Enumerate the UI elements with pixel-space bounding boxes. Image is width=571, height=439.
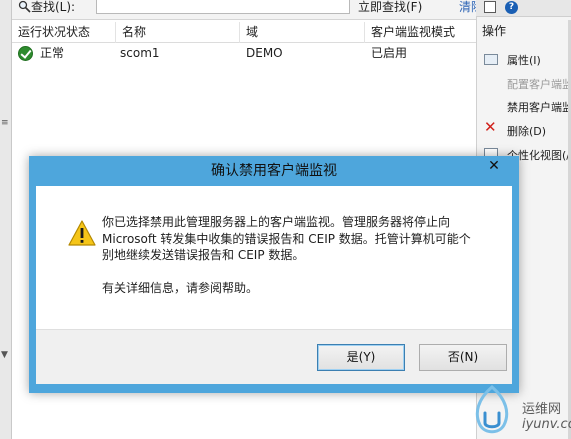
- site-logo-icon: [475, 385, 509, 434]
- action-delete[interactable]: 删除(D): [507, 123, 546, 139]
- check-circle-icon: [18, 46, 33, 61]
- show-hide-pane-icon[interactable]: [484, 1, 496, 13]
- dialog-title: 确认禁用客户端监视: [211, 163, 337, 179]
- message-line: 别地继续发送错误报告和 CEIP 数据。: [102, 248, 305, 262]
- message-line: Microsoft 转发集中收集的错误报告和 CEIP 数据。托管计算机可能个: [102, 231, 471, 246]
- row-monitoring-mode: 已启用: [371, 46, 408, 60]
- watermark-text: 运维网: [522, 402, 562, 417]
- search-icon: [18, 0, 31, 13]
- no-button[interactable]: 否(N): [419, 344, 507, 371]
- confirm-dialog: 确认禁用客户端监视 ✕ 你已选择禁用此管理服务器上的客户端监视。管理服务器将停止…: [29, 156, 519, 393]
- row-domain: DEMO: [246, 46, 283, 60]
- pane-grip-icon[interactable]: ≡: [1, 118, 9, 128]
- row-name: scom1: [120, 46, 160, 60]
- dialog-footer: 是(Y) 否(N): [36, 329, 512, 384]
- actions-title: 操作: [482, 24, 507, 38]
- left-pane-strip: ≡: [0, 0, 12, 439]
- find-label: 查找(L):: [31, 0, 76, 14]
- column-header-domain[interactable]: 域: [240, 22, 365, 43]
- action-disable-client-monitoring[interactable]: 禁用客户端监: [507, 99, 571, 115]
- watermark-url: iyunv.com: [522, 417, 571, 432]
- column-header-health[interactable]: 运行状况状态: [12, 22, 116, 43]
- yes-button[interactable]: 是(Y): [317, 344, 405, 371]
- action-properties[interactable]: 属性(I): [507, 52, 541, 68]
- action-configure-client-monitoring: 配置客户端监: [507, 78, 571, 91]
- help-icon[interactable]: ?: [505, 1, 518, 14]
- column-header-monitoring-mode[interactable]: 客户端监视模式: [365, 22, 476, 43]
- column-header-name[interactable]: 名称: [116, 22, 240, 43]
- properties-icon: [484, 54, 498, 65]
- find-now-button[interactable]: 立即查找(F): [358, 0, 422, 15]
- message-line: 你已选择禁用此管理服务器上的客户端监视。管理服务器将停止向: [102, 215, 451, 229]
- dialog-message: 你已选择禁用此管理服务器上的客户端监视。管理服务器将停止向 Microsoft …: [102, 214, 502, 296]
- delete-icon: ✕: [484, 118, 497, 136]
- help-text: 有关详细信息，请参阅帮助。: [102, 280, 259, 295]
- scroll-down-arrow-icon[interactable]: ▼: [1, 350, 8, 360]
- close-button[interactable]: ✕: [474, 157, 514, 177]
- row-health-status: 正常: [40, 46, 65, 60]
- dialog-body: 你已选择禁用此管理服务器上的客户端监视。管理服务器将停止向 Microsoft …: [36, 186, 512, 329]
- warning-icon: [68, 220, 96, 246]
- find-input[interactable]: [96, 0, 350, 14]
